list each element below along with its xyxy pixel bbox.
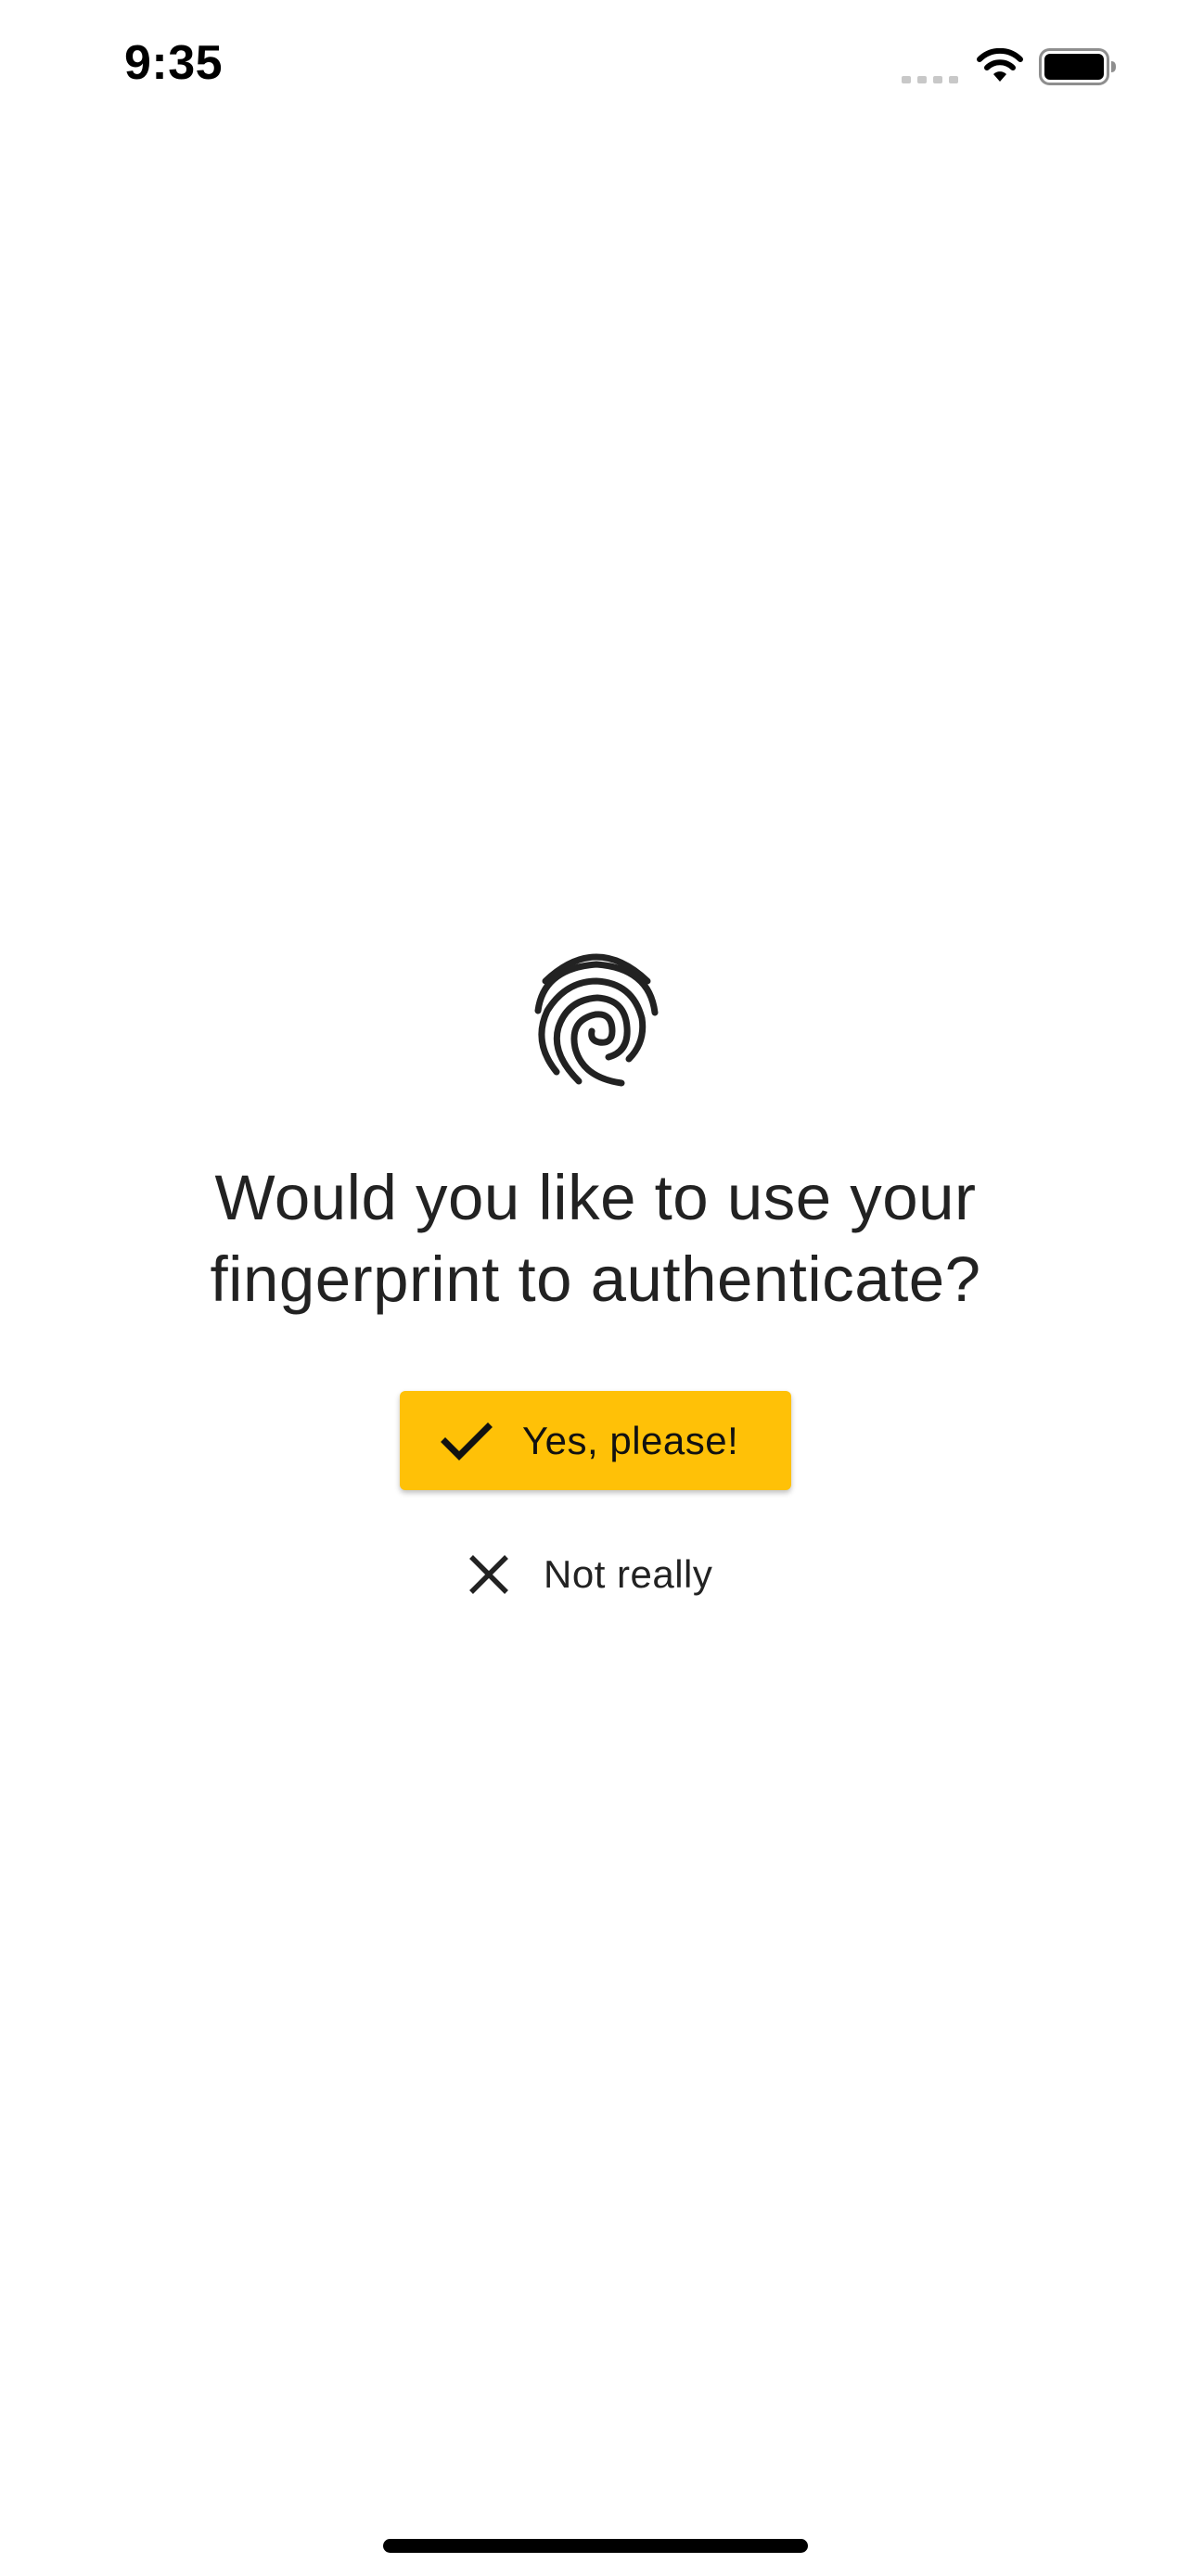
wifi-icon (977, 48, 1023, 82)
not-really-button[interactable]: Not really (455, 1524, 736, 1625)
fingerprint-auth-screen: 9:35 Would you like to use your fingerpr… (0, 0, 1191, 2576)
fingerprint-icon (534, 953, 659, 1087)
auth-question: Would you like to use your fingerprint t… (210, 1162, 981, 1315)
signal-dots-icon (902, 76, 958, 83)
battery-icon (1039, 48, 1116, 85)
check-icon (441, 1422, 493, 1460)
yes-please-button[interactable]: Yes, please! (400, 1391, 791, 1490)
home-indicator[interactable] (383, 2539, 808, 2553)
close-icon (469, 1555, 508, 1594)
yes-please-label: Yes, please! (522, 1418, 739, 1462)
status-bar: 9:35 (0, 0, 1191, 139)
status-time: 9:35 (124, 36, 224, 90)
not-really-label: Not really (544, 1552, 713, 1596)
